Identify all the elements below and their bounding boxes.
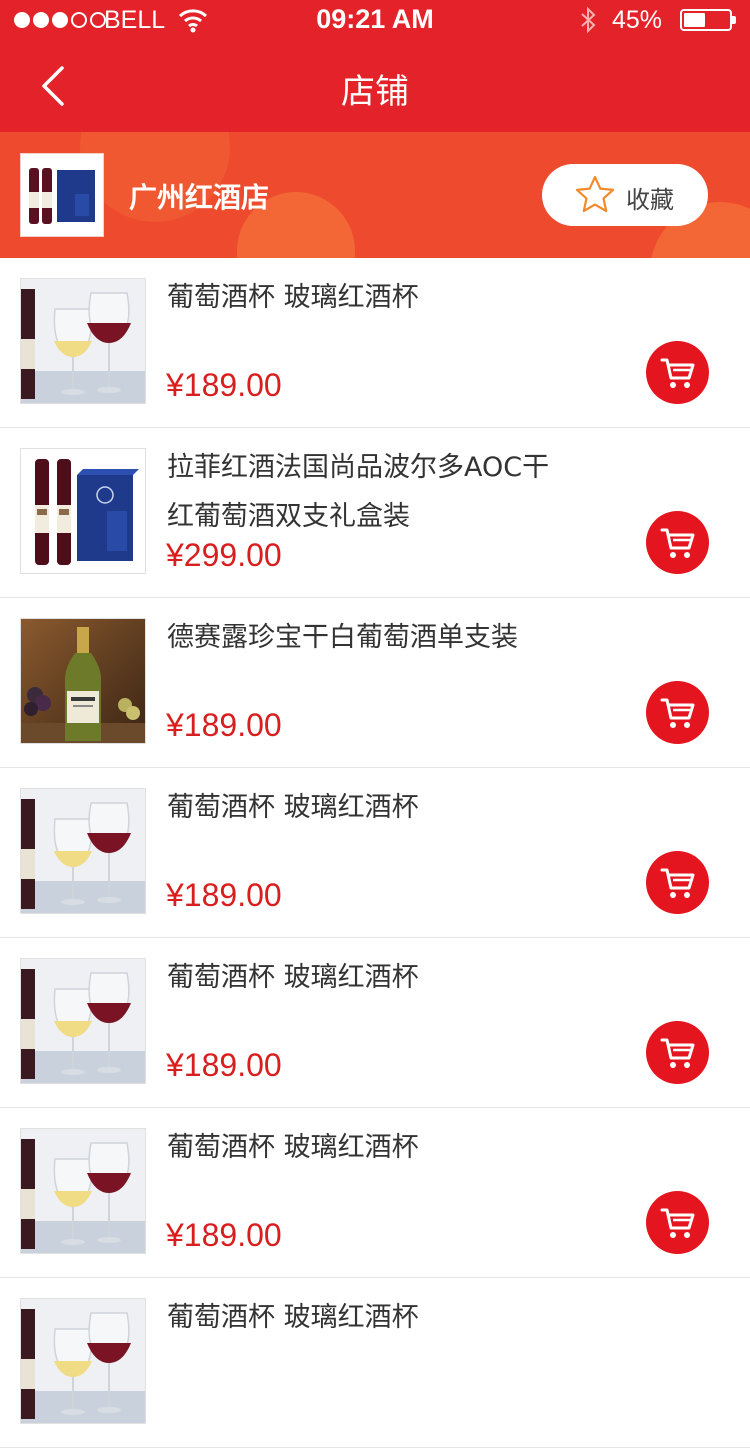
status-bar: BELL 09:21 AM 45% bbox=[0, 0, 750, 40]
page-title: 店铺 bbox=[341, 72, 409, 112]
product-image bbox=[20, 448, 146, 574]
product-name: 葡萄酒杯 玻璃红酒杯 bbox=[167, 1132, 419, 1163]
product-name: 拉菲红酒法国尚品波尔多AOC干红葡萄酒双支礼盒装 bbox=[167, 452, 550, 532]
cart-icon bbox=[660, 868, 695, 900]
nav-bar: 店铺 bbox=[0, 40, 750, 132]
product-price: ¥189.00 bbox=[166, 1217, 282, 1253]
product-item[interactable]: 葡萄酒杯 玻璃红酒杯 bbox=[0, 1278, 750, 1448]
favorite-button[interactable]: 收藏 bbox=[542, 164, 708, 226]
battery-icon bbox=[680, 9, 736, 31]
product-item[interactable]: 拉菲红酒法国尚品波尔多AOC干红葡萄酒双支礼盒装 ¥299.00 bbox=[0, 428, 750, 598]
add-to-cart-button[interactable] bbox=[646, 511, 709, 574]
product-image bbox=[20, 618, 146, 744]
battery-percent: 45% bbox=[612, 6, 663, 34]
product-image bbox=[20, 788, 146, 914]
product-name: 葡萄酒杯 玻璃红酒杯 bbox=[167, 962, 419, 993]
add-to-cart-button[interactable] bbox=[646, 341, 709, 404]
product-name: 葡萄酒杯 玻璃红酒杯 bbox=[167, 792, 419, 823]
add-to-cart-button[interactable] bbox=[646, 681, 709, 744]
top-bar: BELL 09:21 AM 45% 店铺 bbox=[0, 0, 750, 132]
bluetooth-icon bbox=[581, 6, 596, 34]
product-item[interactable]: 葡萄酒杯 玻璃红酒杯 ¥189.00 bbox=[0, 258, 750, 428]
product-price: ¥299.00 bbox=[166, 537, 282, 573]
star-outline-icon bbox=[575, 175, 615, 213]
shop-header: 广州红酒店 收藏 bbox=[0, 132, 750, 258]
add-to-cart-button[interactable] bbox=[646, 851, 709, 914]
favorite-label: 收藏 bbox=[626, 186, 674, 214]
product-item[interactable]: 葡萄酒杯 玻璃红酒杯 ¥189.00 bbox=[0, 938, 750, 1108]
cart-icon bbox=[660, 698, 695, 730]
product-price: ¥189.00 bbox=[166, 707, 282, 743]
shop-name: 广州红酒店 bbox=[129, 181, 270, 214]
shop-logo bbox=[20, 153, 104, 237]
cart-icon bbox=[660, 528, 695, 560]
product-item[interactable]: 葡萄酒杯 玻璃红酒杯 ¥189.00 bbox=[0, 768, 750, 938]
product-price: ¥189.00 bbox=[166, 367, 282, 403]
cart-icon bbox=[660, 1208, 695, 1240]
product-name: 葡萄酒杯 玻璃红酒杯 bbox=[167, 282, 419, 313]
add-to-cart-button[interactable] bbox=[646, 1191, 709, 1254]
product-image bbox=[20, 958, 146, 1084]
product-name: 德赛露珍宝干白葡萄酒单支装 bbox=[167, 622, 518, 653]
cart-icon bbox=[660, 358, 695, 390]
product-price: ¥189.00 bbox=[166, 877, 282, 913]
product-image bbox=[20, 278, 146, 404]
product-name: 葡萄酒杯 玻璃红酒杯 bbox=[167, 1302, 419, 1333]
product-image bbox=[20, 1298, 146, 1424]
product-item[interactable]: 葡萄酒杯 玻璃红酒杯 ¥189.00 bbox=[0, 1108, 750, 1278]
product-price: ¥189.00 bbox=[166, 1047, 282, 1083]
add-to-cart-button[interactable] bbox=[646, 1021, 709, 1084]
product-item[interactable]: 德赛露珍宝干白葡萄酒单支装 ¥189.00 bbox=[0, 598, 750, 768]
cart-icon bbox=[660, 1038, 695, 1070]
product-list: 葡萄酒杯 玻璃红酒杯 ¥189.00 拉菲红酒法国尚品波尔多AOC干红葡萄酒双支… bbox=[0, 258, 750, 1448]
product-image bbox=[20, 1128, 146, 1254]
